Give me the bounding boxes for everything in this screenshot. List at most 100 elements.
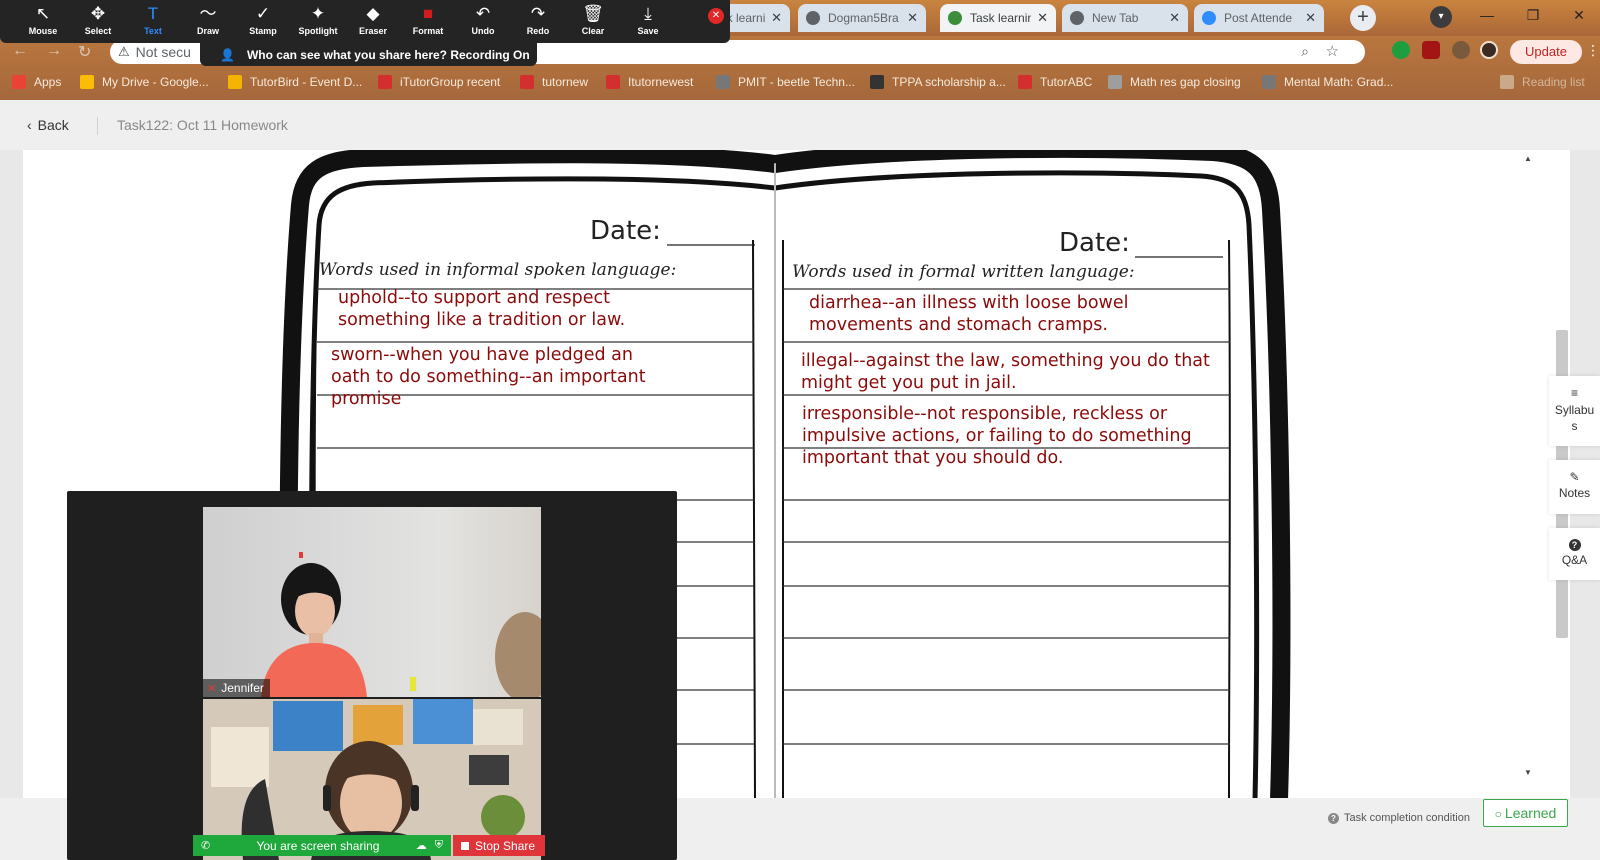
scroll-down-icon[interactable]: ▼ bbox=[1524, 768, 1532, 777]
tool-eraser-button[interactable]: ◆ Eraser bbox=[346, 2, 400, 40]
tab-favicon-icon bbox=[806, 11, 820, 25]
spotlight-icon: ✦ bbox=[310, 4, 326, 23]
learned-button[interactable]: ○ Learned bbox=[1483, 799, 1568, 827]
bookmark-item[interactable]: TPPA scholarship a... bbox=[870, 75, 1006, 89]
tool-text-button[interactable]: T Text bbox=[126, 2, 180, 40]
page-title: Task122: Oct 11 Homework bbox=[117, 117, 288, 133]
tool-redo-button[interactable]: ↷ Redo bbox=[511, 2, 565, 40]
recording-banner-text: Who can see what you share here? Recordi… bbox=[246, 47, 530, 62]
forward-arrow-icon[interactable]: → bbox=[46, 42, 62, 60]
recording-banner[interactable]: 👤 Who can see what you share here? Recor… bbox=[200, 43, 537, 66]
screen-sharing-bar[interactable]: ✆ You are screen sharing ☁ ⛨ bbox=[193, 835, 451, 856]
tab-close-icon[interactable]: ✕ bbox=[1037, 10, 1048, 26]
zoom-magnifier-icon[interactable]: ⌕ bbox=[1301, 43, 1309, 60]
bookmark-item[interactable]: iTutorGroup recent bbox=[378, 75, 500, 89]
tab-close-icon[interactable]: ✕ bbox=[907, 10, 918, 26]
minimize-icon[interactable]: — bbox=[1464, 0, 1510, 30]
chevron-left-icon: ‹ bbox=[27, 117, 32, 133]
bookmark-favicon-icon bbox=[1018, 75, 1032, 89]
bookmark-item[interactable]: TutorABC bbox=[1018, 75, 1092, 89]
bookmark-label: TutorABC bbox=[1040, 75, 1093, 89]
close-annotation-icon[interactable]: ✕ bbox=[708, 8, 724, 24]
new-tab-button[interactable]: + bbox=[1350, 5, 1376, 31]
profile-avatar[interactable] bbox=[1480, 41, 1498, 59]
right-entry-irresponsible[interactable]: irresponsible--not responsible, reckless… bbox=[802, 403, 1192, 469]
bookmark-item[interactable]: Apps bbox=[12, 75, 61, 89]
left-entry-sworn[interactable]: sworn--when you have pledged an oath to d… bbox=[331, 344, 646, 410]
side-tab-syllabus[interactable]: ≡ Syllabus bbox=[1549, 376, 1600, 446]
bookmark-label: Reading list bbox=[1522, 75, 1585, 89]
tool-save-button[interactable]: ⤓ Save bbox=[621, 2, 675, 40]
side-tab-label: Syllabus bbox=[1554, 403, 1595, 433]
bookmark-star-icon[interactable]: ☆ bbox=[1326, 42, 1339, 60]
text-icon: T bbox=[147, 4, 159, 23]
bookmark-item[interactable]: My Drive - Google... bbox=[80, 75, 209, 89]
tab-title: New Tab bbox=[1092, 11, 1139, 25]
mouse-icon: ↖ bbox=[35, 4, 51, 23]
zoom-video-panel[interactable]: ✕Jennifer ✆ You are screen sharing ☁ ⛨ bbox=[67, 491, 677, 860]
tool-select-button[interactable]: ✥ Select bbox=[71, 2, 125, 40]
stop-share-button[interactable]: Stop Share bbox=[453, 835, 545, 856]
tool-format-button[interactable]: ■ Format bbox=[401, 2, 455, 40]
right-entry-illegal[interactable]: illegal--against the law, something you … bbox=[801, 350, 1210, 394]
right-entry-diarrhea[interactable]: diarrhea--an illness with loose bowel mov… bbox=[809, 292, 1128, 336]
side-tab-label: Q&A bbox=[1561, 553, 1588, 567]
ublock-icon[interactable] bbox=[1422, 41, 1440, 59]
tool-stamp-button[interactable]: ✓ Stamp bbox=[236, 2, 290, 40]
tool-spotlight-button[interactable]: ✦ Spotlight bbox=[291, 2, 345, 40]
tool-label: Select bbox=[84, 26, 112, 36]
bookmark-item[interactable]: TutorBird - Event D... bbox=[228, 75, 362, 89]
browser-tab[interactable]: Dogman5Bra ✕ bbox=[798, 4, 926, 32]
bookmark-label: Apps bbox=[34, 75, 62, 89]
task-completion-condition[interactable]: ? Task completion condition bbox=[1328, 812, 1470, 824]
tool-label: Eraser bbox=[358, 26, 388, 36]
tab-close-icon[interactable]: ✕ bbox=[1305, 10, 1316, 26]
stop-square-icon bbox=[461, 841, 469, 850]
browser-tab[interactable]: Post Attende ✕ bbox=[1194, 4, 1324, 32]
redo-icon: ↷ bbox=[530, 4, 546, 23]
puzzle-extensions-icon[interactable] bbox=[1452, 41, 1470, 59]
bookmark-item[interactable]: Mental Math: Grad... bbox=[1262, 75, 1393, 89]
bookmark-favicon-icon bbox=[716, 75, 730, 89]
tab-title: Task learning bbox=[970, 11, 1032, 25]
browser-tab[interactable]: Task learning ✕ bbox=[940, 4, 1056, 32]
tool-label: Spotlight bbox=[298, 26, 338, 36]
tool-clear-button[interactable]: 🗑 Clear bbox=[566, 2, 620, 40]
video-tile-student[interactable]: ✕ Jennifer bbox=[203, 507, 541, 697]
reload-icon[interactable]: ↻ bbox=[78, 42, 91, 62]
bookmark-label: iTutorGroup recent bbox=[400, 75, 501, 89]
bookmark-item[interactable]: Math res gap closing bbox=[1108, 75, 1241, 89]
back-button[interactable]: ‹ Back bbox=[27, 117, 69, 133]
browser-menu-icon[interactable]: ⋮ bbox=[1586, 42, 1600, 59]
phone-icon: ✆ bbox=[201, 840, 211, 852]
extension-green-icon[interactable] bbox=[1392, 41, 1410, 59]
back-arrow-icon[interactable]: ← bbox=[12, 42, 28, 60]
tool-draw-button[interactable]: 〜 Draw bbox=[181, 2, 235, 40]
bookmark-item[interactable]: Itutornewest bbox=[606, 75, 693, 89]
pencil-icon: ✎ bbox=[1569, 470, 1580, 484]
tool-label: Draw bbox=[196, 26, 219, 36]
tab-close-icon[interactable]: ✕ bbox=[1169, 10, 1180, 26]
scroll-up-icon[interactable]: ▲ bbox=[1524, 154, 1532, 163]
left-entry-uphold[interactable]: uphold--to support and respect something … bbox=[338, 287, 625, 331]
bookmark-favicon-icon bbox=[228, 75, 242, 89]
side-tab-notes[interactable]: ✎ Notes bbox=[1549, 460, 1600, 514]
bookmarks-bar: Apps My Drive - Google... TutorBird - Even… bbox=[0, 66, 1600, 100]
restore-icon[interactable]: ❐ bbox=[1510, 0, 1556, 30]
bookmark-item[interactable]: tutornew bbox=[520, 75, 588, 89]
bookmark-favicon-icon bbox=[606, 75, 620, 89]
help-circle-icon: ? bbox=[1328, 813, 1339, 824]
tool-mouse-button[interactable]: ↖ Mouse bbox=[16, 2, 70, 40]
window-close-icon[interactable]: ✕ bbox=[1556, 0, 1600, 30]
header-divider bbox=[97, 117, 98, 135]
tool-undo-button[interactable]: ↶ Undo bbox=[456, 2, 510, 40]
update-button[interactable]: Update bbox=[1510, 40, 1582, 64]
bookmark-item[interactable]: PMIT - beetle Techn... bbox=[716, 75, 855, 89]
tab-search-icon[interactable]: ▾ bbox=[1430, 6, 1452, 28]
tab-close-icon[interactable]: ✕ bbox=[771, 10, 782, 26]
tab-title: Post Attende bbox=[1224, 11, 1293, 25]
syllabus-icon: ≡ bbox=[1570, 386, 1578, 400]
browser-tab[interactable]: New Tab ✕ bbox=[1062, 4, 1188, 32]
side-tab-qa[interactable]: ? Q&A bbox=[1549, 528, 1600, 580]
bookmark-item[interactable]: Reading list bbox=[1500, 75, 1585, 89]
